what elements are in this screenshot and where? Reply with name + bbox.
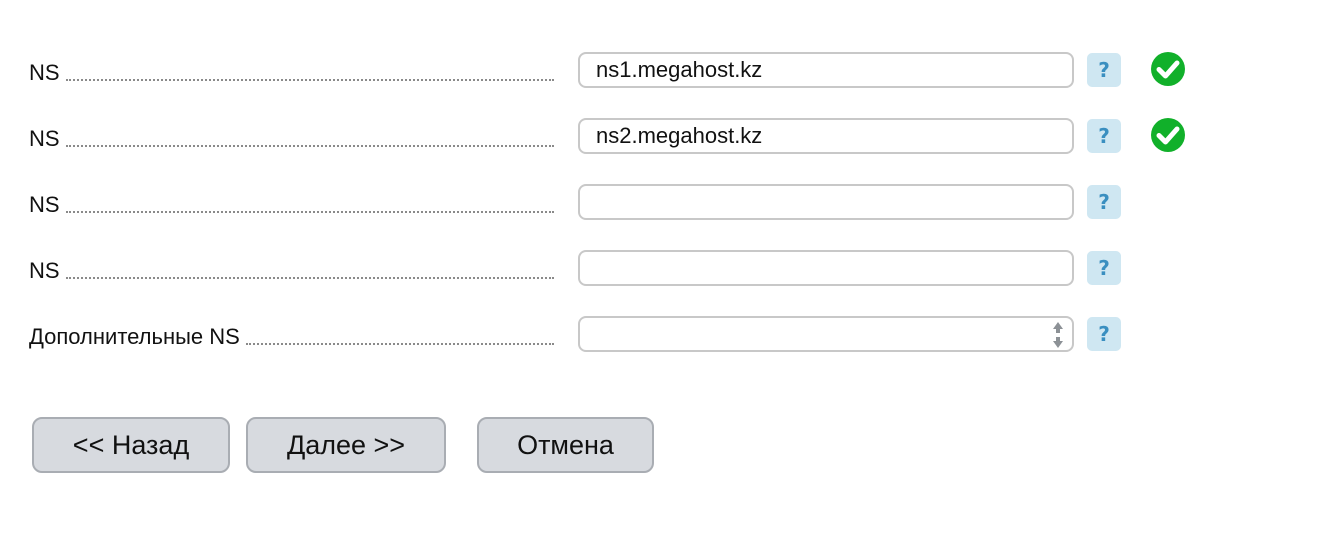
next-button[interactable]: Далее >> <box>246 417 446 473</box>
ns4-input[interactable] <box>578 250 1074 286</box>
cancel-button[interactable]: Отмена <box>477 417 654 473</box>
ns-label: NS <box>29 258 60 283</box>
ns-label-row: NS <box>29 188 554 220</box>
additional-ns-input[interactable] <box>578 316 1074 352</box>
additional-ns-row: Дополнительные NS ? <box>29 316 1229 382</box>
ns-row-2: NS ? <box>29 118 1229 184</box>
additional-ns-label: Дополнительные NS <box>29 324 240 349</box>
question-mark-icon[interactable]: ? <box>1087 119 1121 153</box>
question-mark-icon[interactable]: ? <box>1087 251 1121 285</box>
green-checkmark-icon <box>1151 52 1185 86</box>
dotted-leader <box>65 211 554 213</box>
ns-row-3: NS ? <box>29 184 1229 250</box>
help-glyph: ? <box>1098 190 1110 214</box>
back-button[interactable]: << Назад <box>32 417 230 473</box>
dotted-leader <box>65 277 554 279</box>
additional-ns-label-row: Дополнительные NS <box>29 320 554 352</box>
ns-label-row: NS <box>29 254 554 286</box>
question-mark-icon[interactable]: ? <box>1087 317 1121 351</box>
help-glyph: ? <box>1098 322 1110 346</box>
ns2-input[interactable] <box>578 118 1074 154</box>
ns1-input[interactable] <box>578 52 1074 88</box>
dotted-leader <box>245 343 554 345</box>
ns-label-row: NS <box>29 56 554 88</box>
up-down-arrows-icon[interactable] <box>1050 321 1066 349</box>
ns-label-row: NS <box>29 122 554 154</box>
ns3-input[interactable] <box>578 184 1074 220</box>
help-glyph: ? <box>1098 58 1110 82</box>
dotted-leader <box>65 145 554 147</box>
question-mark-icon[interactable]: ? <box>1087 53 1121 87</box>
help-glyph: ? <box>1098 124 1110 148</box>
additional-ns-field <box>578 316 1076 354</box>
ns-label: NS <box>29 126 60 151</box>
ns-row-4: NS ? <box>29 250 1229 316</box>
ns-label: NS <box>29 60 60 85</box>
question-mark-icon[interactable]: ? <box>1087 185 1121 219</box>
green-checkmark-icon <box>1151 118 1185 152</box>
ns-label: NS <box>29 192 60 217</box>
ns-row-1: NS ? <box>29 52 1229 118</box>
help-glyph: ? <box>1098 256 1110 280</box>
ns-form: NS ? NS ? NS ? <box>29 52 1229 382</box>
dotted-leader <box>65 79 554 81</box>
